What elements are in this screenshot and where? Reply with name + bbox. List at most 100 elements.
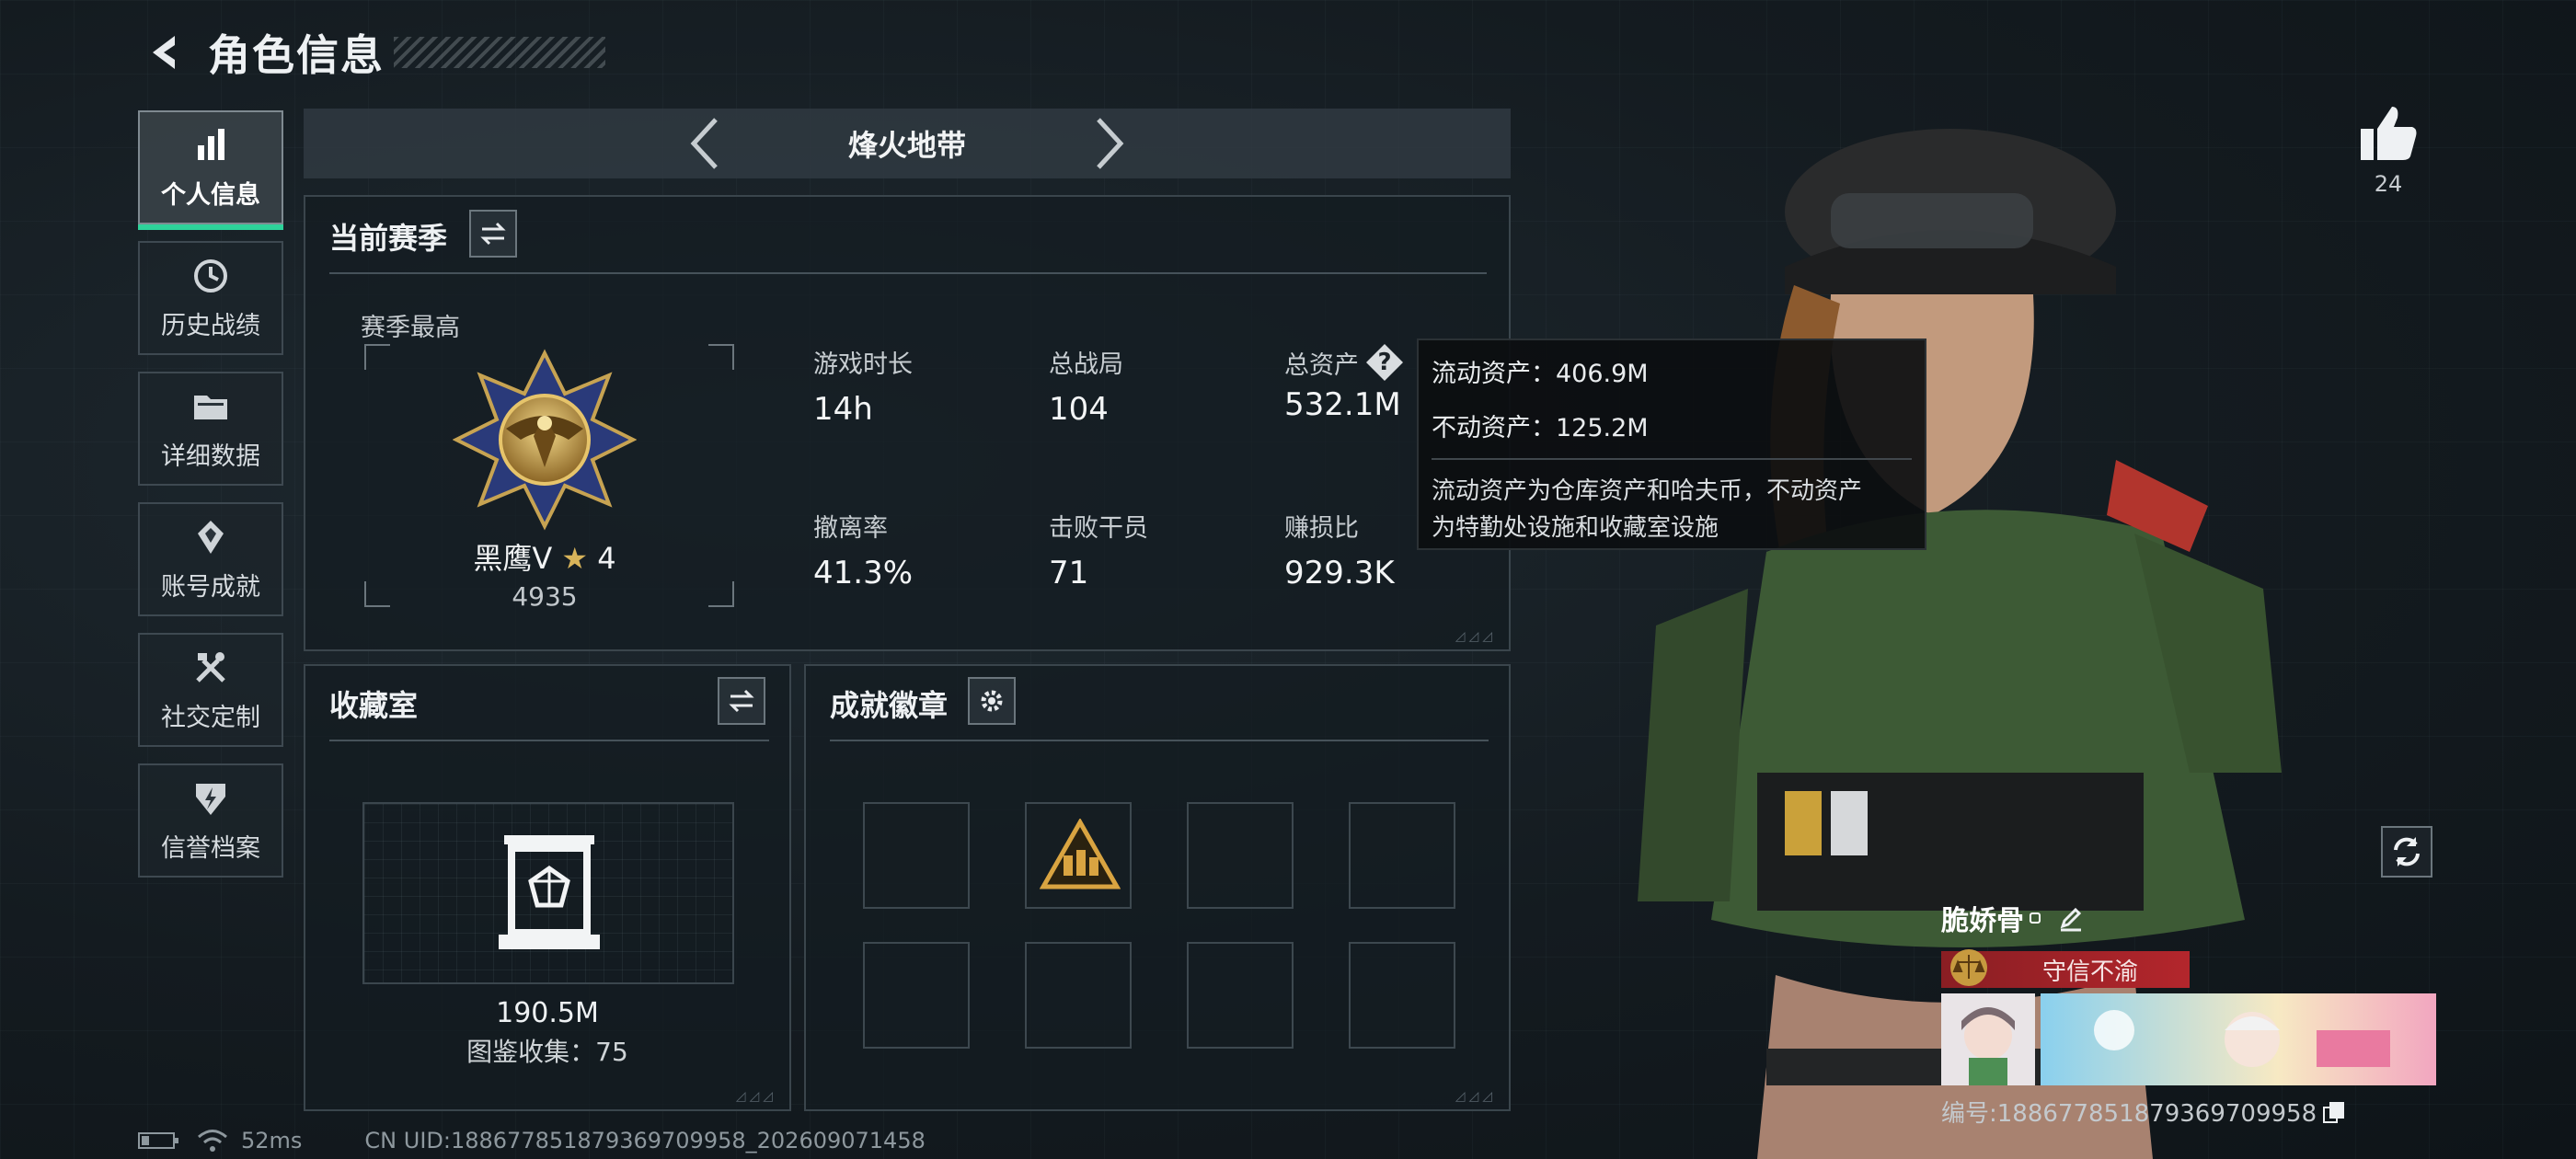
- header: 角色信息: [138, 20, 605, 85]
- stat-value: 41.3%: [813, 555, 914, 591]
- gear-icon: [981, 690, 1003, 712]
- edit-icon[interactable]: [2057, 904, 2085, 932]
- status-bar: 52ms CN UID:18867785187936970995​8_20260…: [138, 1128, 926, 1153]
- stat-kills: 击败干员 71: [1049, 508, 1148, 591]
- stat-value: 71: [1049, 555, 1089, 591]
- team-badge-icon: [1040, 819, 1121, 889]
- mode-selector: 烽火地带: [304, 109, 1511, 178]
- sidebar-item-label: 详细数据: [161, 442, 260, 471]
- stat-playtime: 游戏时长 14h: [813, 344, 913, 428]
- player-id: 编号:18867785187936970995​8: [1941, 1100, 2317, 1128]
- collection-count: 图鉴收集：75: [466, 1037, 628, 1067]
- scales-icon: [1950, 949, 1987, 986]
- star-icon: ★: [561, 541, 589, 576]
- sidebar-item-achievements[interactable]: 账号成就: [138, 502, 283, 616]
- refresh-button[interactable]: [2381, 826, 2432, 878]
- rank-title: 黑鹰Ⅴ: [473, 541, 553, 576]
- collection-panel: 收藏室 190.5M 图鉴收集：75 ◿◿◿: [304, 664, 791, 1111]
- collection-display[interactable]: [362, 802, 734, 984]
- stat-label: 总战局: [1049, 350, 1123, 379]
- asset-tooltip: 流动资产：406.9M 不动资产：125.2M 流动资产为仓库资产和哈夫币，不动…: [1417, 339, 1926, 550]
- rank-name: 黑鹰Ⅴ ★ 4: [361, 535, 729, 578]
- copy-icon[interactable]: [2322, 1100, 2346, 1124]
- shield-lightning-icon: [196, 783, 225, 815]
- mode-next-button[interactable]: [1082, 116, 1137, 171]
- chevron-left-icon: [690, 118, 718, 169]
- badges-settings-button[interactable]: [968, 677, 1016, 725]
- badge-slot[interactable]: [1025, 802, 1132, 909]
- tooltip-liquid-assets: 流动资产：406.9M: [1432, 360, 1649, 388]
- chevron-right-icon: [1097, 118, 1124, 169]
- sidebar-item-label: 账号成就: [161, 572, 260, 602]
- swap-icon: [729, 689, 754, 713]
- divider: [329, 740, 769, 741]
- display-case-icon: [499, 835, 600, 949]
- banner-row: [1941, 993, 2438, 1085]
- badges-title: 成就徽章: [830, 688, 949, 723]
- battery-icon: [138, 1132, 178, 1149]
- stat-value: 929.3K: [1284, 555, 1395, 591]
- stat-value: 104: [1049, 391, 1109, 428]
- sidebar-item-personal-info[interactable]: 个人信息: [138, 110, 283, 230]
- badge-slot[interactable]: [1025, 942, 1132, 1049]
- status-dot-icon: [2030, 912, 2041, 924]
- badge-slot[interactable]: [1349, 942, 1455, 1049]
- corner-decoration: ◿◿◿: [1455, 629, 1496, 644]
- sidebar-item-reputation[interactable]: 信誉档案: [138, 763, 283, 878]
- sidebar-item-label: 个人信息: [161, 180, 260, 210]
- stat-label: 击败干员: [1049, 514, 1148, 543]
- stat-label-text: 总资产: [1284, 350, 1359, 380]
- current-season-panel: 当前赛季 赛季最高 黑鹰Ⅴ ★ 4 4935 游戏时长 14h 总战局 104 …: [304, 195, 1511, 651]
- sidebar-item-label: 信誉档案: [161, 833, 260, 863]
- season-switch-button[interactable]: [469, 210, 517, 258]
- sidebar-item-social[interactable]: 社交定制: [138, 633, 283, 747]
- badge-slot[interactable]: [1349, 802, 1455, 909]
- collection-switch-button[interactable]: [718, 677, 765, 725]
- season-best-label: 赛季最高: [361, 314, 460, 342]
- divider: [1432, 458, 1912, 460]
- badge-slot[interactable]: [1187, 802, 1294, 909]
- collection-value: 190.5M: [496, 997, 599, 1029]
- stat-extraction-rate: 撤离率 41.3%: [813, 508, 913, 591]
- name-card-banner[interactable]: [2041, 993, 2436, 1085]
- help-icon[interactable]: ?: [1366, 344, 1403, 381]
- achievement-badges-panel: 成就徽章 ◿◿◿: [804, 664, 1511, 1111]
- like-count: 24: [2374, 171, 2403, 197]
- divider: [830, 740, 1489, 741]
- sidebar: 个人信息 历史战绩 详细数据 账号成就 社交定制 信誉档案: [138, 110, 283, 894]
- player-title-strip[interactable]: 守信不渝: [1941, 949, 2190, 988]
- stat-label: 撤离率: [813, 514, 888, 543]
- back-button[interactable]: [138, 25, 193, 80]
- mode-name: 烽火地带: [847, 128, 966, 163]
- divider: [329, 272, 1487, 274]
- player-name-row: 脆娇骨: [1941, 898, 2438, 938]
- uid-text: CN UID:18867785187936970995​8_2026090714…: [364, 1128, 926, 1153]
- stat-label: 赚损比: [1284, 514, 1359, 543]
- stat-total-matches: 总战局 104: [1049, 344, 1123, 428]
- sidebar-item-history[interactable]: 历史战绩: [138, 241, 283, 355]
- sidebar-item-details[interactable]: 详细数据: [138, 372, 283, 486]
- achievement-icon: [198, 520, 224, 554]
- stat-profit-ratio: 赚损比 929.3K: [1284, 508, 1395, 591]
- badge-slot[interactable]: [863, 942, 970, 1049]
- frame-corner: [708, 344, 734, 370]
- stat-value: 532.1M: [1284, 386, 1401, 423]
- season-title: 当前赛季: [329, 221, 448, 256]
- tooltip-description-1: 流动资产为仓库资产和哈夫币，不动资产: [1432, 477, 1863, 505]
- thumbs-up-icon: [2361, 107, 2417, 160]
- badge-slot[interactable]: [1187, 942, 1294, 1049]
- badge-slot[interactable]: [863, 802, 970, 909]
- history-icon: [194, 258, 227, 293]
- player-title: 守信不渝: [2042, 958, 2139, 986]
- sidebar-item-label: 社交定制: [161, 703, 260, 732]
- like-button[interactable]: [2355, 101, 2421, 167]
- player-name: 脆娇骨: [1941, 905, 2024, 937]
- rank-score: 4935: [512, 581, 578, 612]
- refresh-icon: [2394, 837, 2420, 866]
- avatar[interactable]: [1941, 993, 2035, 1085]
- page-title: 角色信息: [208, 30, 385, 80]
- stat-total-assets: 总资产 ? 532.1M: [1284, 344, 1403, 423]
- mode-prev-button[interactable]: [677, 116, 732, 171]
- stat-label: 总资产 ?: [1284, 344, 1403, 381]
- rank-emblem-icon: [453, 349, 637, 531]
